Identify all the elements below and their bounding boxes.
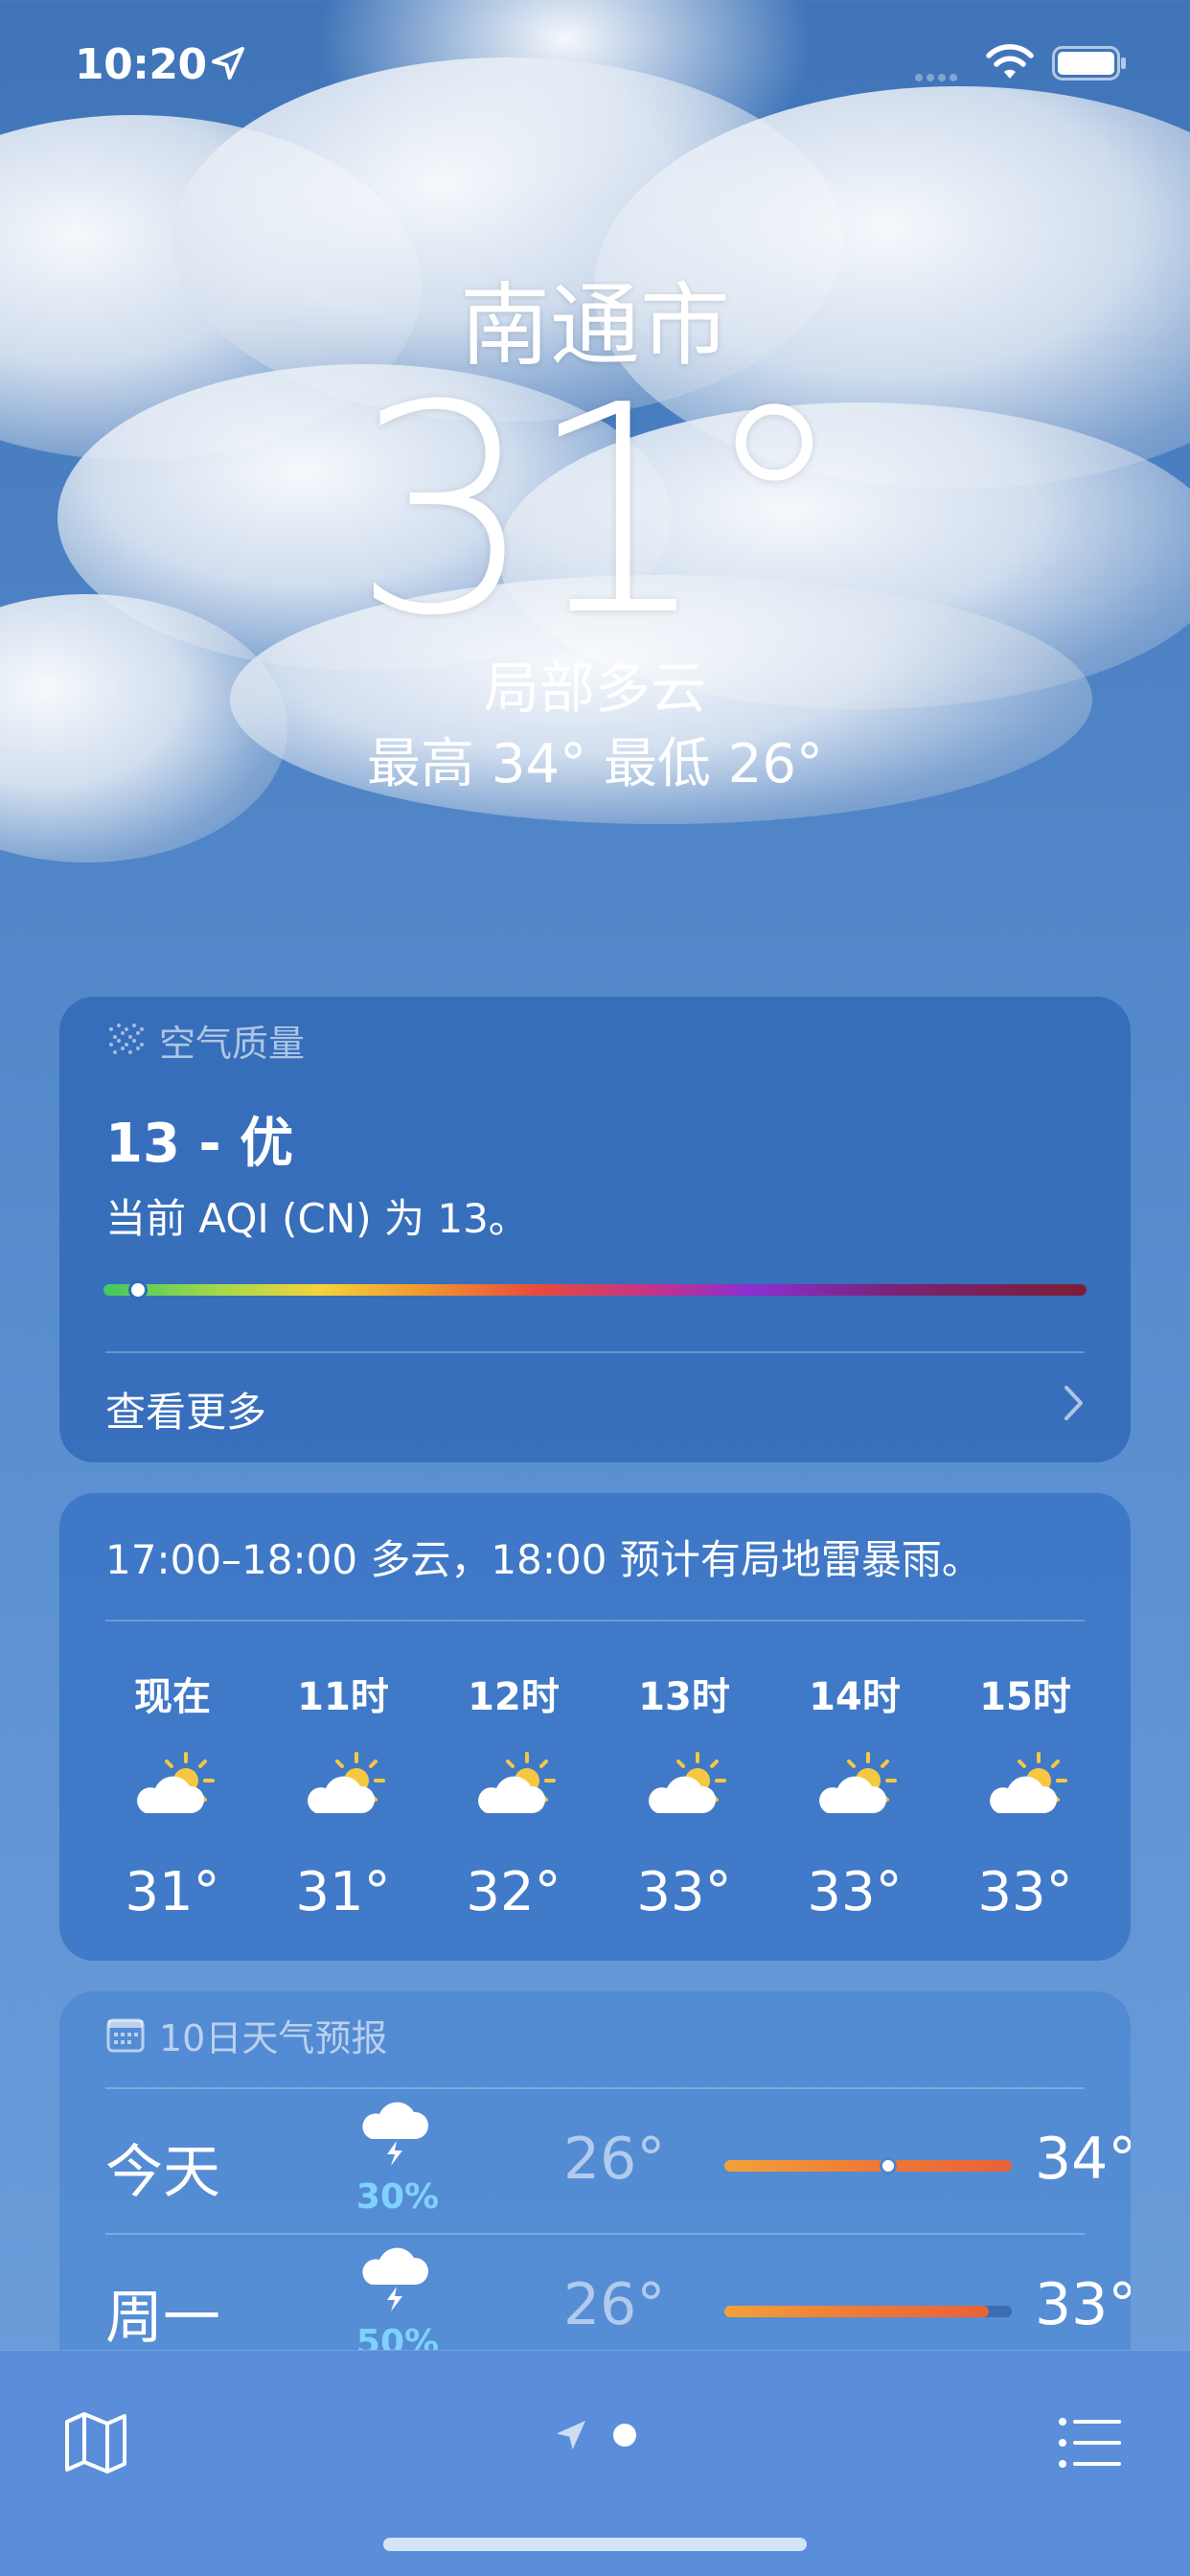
- hour-temp: 31°: [125, 1861, 220, 1923]
- map-icon[interactable]: [61, 2408, 130, 2477]
- air-quality-card[interactable]: 空气质量 13 - 优 当前 AQI (CN) 为 13。 查看更多: [59, 997, 1131, 1462]
- cellular-dots-icon: [915, 67, 973, 81]
- status-bar: 10:20: [0, 0, 1190, 134]
- hourly-summary: 17:00–18:00 多云，18:00 预计有局地雷暴雨。: [105, 1536, 982, 1583]
- location-arrow-icon[interactable]: [552, 2416, 590, 2454]
- hour-temp: 33°: [636, 1861, 732, 1923]
- current-weather: 南通市 31° 局部多云 最高 34° 最低 26°: [0, 268, 1190, 794]
- hourly-list[interactable]: 现在 31° 11时 31° 12时 32° 13时 33° 14时 33° 1…: [105, 1666, 1092, 1923]
- page-dot[interactable]: [613, 2424, 636, 2447]
- low-temp: 26°: [563, 2271, 666, 2338]
- air-quality-title: 空气质量: [159, 1022, 306, 1065]
- hour-temp: 33°: [977, 1861, 1073, 1923]
- home-indicator: [383, 2538, 807, 2551]
- see-more-link[interactable]: 查看更多: [105, 1380, 266, 1438]
- hour-label: 11时: [297, 1675, 389, 1719]
- location-arrow-icon: [212, 47, 244, 80]
- divider: [105, 1351, 1085, 1353]
- ten-day-title: 10日天气预报: [159, 2016, 388, 2059]
- status-time: 10:20: [75, 40, 207, 89]
- air-quality-header: 空气质量: [59, 997, 1131, 1065]
- hour-temp: 31°: [295, 1861, 391, 1923]
- ten-day-header: 10日天气预报: [59, 1991, 1131, 2059]
- hour-item: 13时 33°: [617, 1666, 751, 1923]
- partly-sunny-icon: [125, 1748, 220, 1825]
- partly-sunny-icon: [977, 1748, 1073, 1825]
- day-name: 周一: [105, 2285, 220, 2352]
- hour-temp: 33°: [807, 1861, 903, 1923]
- hour-item: 15时 33°: [958, 1666, 1092, 1923]
- daily-row[interactable]: 今天 30% 26° 34°: [105, 2089, 1131, 2233]
- list-icon[interactable]: [1058, 2416, 1123, 2470]
- hour-label: 14时: [809, 1675, 901, 1719]
- partly-sunny-icon: [295, 1748, 391, 1825]
- hour-temp: 32°: [466, 1861, 561, 1923]
- battery-icon: [1052, 46, 1126, 80]
- partly-sunny-icon: [636, 1748, 732, 1825]
- condition-text: 局部多云: [483, 656, 706, 721]
- hour-label: 15时: [979, 1675, 1071, 1719]
- hour-label: 13时: [638, 1675, 730, 1719]
- aqi-gradient-bar: [103, 1284, 1087, 1296]
- temp-range-fill: [724, 2160, 1012, 2172]
- hourly-forecast-card[interactable]: 17:00–18:00 多云，18:00 预计有局地雷暴雨。 现在 31° 11…: [59, 1493, 1131, 1961]
- partly-sunny-icon: [466, 1748, 561, 1825]
- divider: [105, 1620, 1085, 1622]
- high-temp: 34°: [1035, 2126, 1131, 2193]
- partly-sunny-icon: [807, 1748, 903, 1825]
- chevron-right-icon[interactable]: [1060, 1380, 1088, 1426]
- hour-item: 现在 31°: [105, 1666, 240, 1923]
- hour-item: 11时 31°: [276, 1666, 410, 1923]
- high-temp: 33°: [1035, 2271, 1131, 2338]
- hour-label: 现在: [134, 1675, 211, 1719]
- aqi-indicator: [128, 1280, 148, 1300]
- hour-item: 12时 32°: [446, 1666, 581, 1923]
- temp-range-bar: [724, 2157, 1012, 2174]
- current-temperature: 31°: [352, 344, 846, 678]
- low-temp: 26°: [563, 2126, 666, 2193]
- temp-range-bar: [724, 2306, 1012, 2317]
- aqi-value: 13 - 优: [105, 1113, 294, 1175]
- hour-item: 14时 33°: [788, 1666, 922, 1923]
- calendar-icon: [106, 2018, 145, 2053]
- temp-range-fill: [724, 2306, 989, 2317]
- air-quality-dots-icon: [109, 1024, 144, 1054]
- thunderstorm-icon: [356, 2099, 433, 2166]
- day-name: 今天: [105, 2139, 220, 2206]
- thunderstorm-icon: [356, 2244, 433, 2312]
- current-temp-dot: [880, 2157, 897, 2174]
- high-low-temperature: 最高 34° 最低 26°: [367, 732, 823, 795]
- wifi-icon: [986, 44, 1034, 79]
- hour-label: 12时: [468, 1675, 560, 1719]
- aqi-description: 当前 AQI (CN) 为 13。: [105, 1195, 529, 1242]
- precip-chance: 30%: [355, 2177, 440, 2217]
